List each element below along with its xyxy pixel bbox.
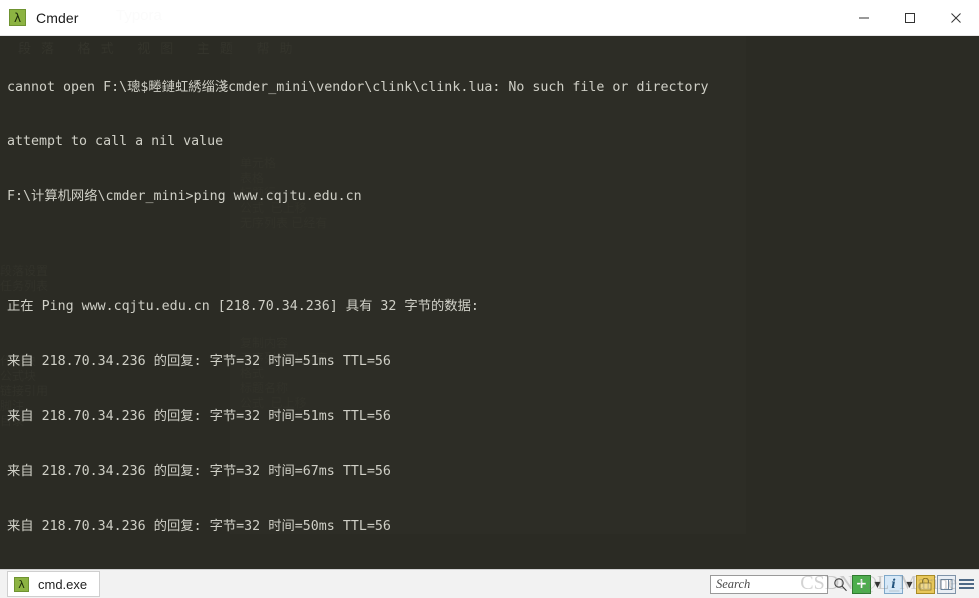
title-bar: Typora λ Cmder	[0, 0, 979, 36]
tab-label: cmd.exe	[38, 576, 88, 592]
window-title: Cmder	[36, 9, 79, 26]
maximize-button[interactable]	[887, 0, 933, 35]
terminal-area[interactable]: 段落 格式 视图 主题 帮助 单元格 表格 标题行 公式 已上移 无序列表 已经…	[0, 36, 979, 569]
info-chevron-down-icon[interactable]: ▼	[905, 580, 914, 589]
status-bar: λ cmd.exe CSDN @L_Marine Search + ▼ i ▼	[0, 569, 979, 598]
search-box[interactable]: Search	[710, 574, 828, 594]
panel-icon[interactable]	[937, 574, 956, 594]
tab-cmd-exe[interactable]: λ cmd.exe	[7, 571, 101, 597]
info-icon[interactable]: i	[884, 574, 903, 594]
terminal-line: 来自 218.70.34.236 的回复: 字节=32 时间=51ms TTL=…	[7, 354, 391, 370]
window-controls	[841, 0, 979, 35]
terminal-line: 来自 218.70.34.236 的回复: 字节=32 时间=50ms TTL=…	[7, 518, 391, 534]
menu-bar	[959, 583, 974, 585]
lock-icon[interactable]	[916, 574, 935, 594]
status-bar-controls: Search + ▼ i ▼	[710, 570, 975, 598]
title-bar-left: λ Cmder	[0, 9, 79, 26]
search-icon[interactable]	[833, 577, 848, 592]
terminal-line: cannot open F:\璁$畻鏈虹綉缁淺cmder_mini\vendor…	[7, 79, 709, 95]
terminal-line: 来自 218.70.34.236 的回复: 字节=32 时间=51ms TTL=…	[7, 408, 391, 424]
menu-icon[interactable]	[958, 575, 975, 594]
menu-bar	[959, 579, 974, 581]
search-input[interactable]: Search	[711, 577, 750, 592]
terminal-line: F:\计算机网络\cmder_mini>ping www.cqjtu.edu.c…	[7, 189, 362, 205]
minimize-button[interactable]	[841, 0, 887, 35]
terminal-line: 来自 218.70.34.236 的回复: 字节=32 时间=67ms TTL=…	[7, 463, 391, 479]
close-button[interactable]	[933, 0, 979, 35]
terminal-output[interactable]: cannot open F:\璁$畻鏈虹綉缁淺cmder_mini\vendor…	[0, 36, 979, 569]
new-tab-chevron-down-icon[interactable]: ▼	[873, 580, 882, 589]
terminal-line: 正在 Ping www.cqjtu.edu.cn [218.70.34.236]…	[7, 299, 479, 315]
lambda-icon: λ	[9, 9, 26, 26]
lambda-icon: λ	[14, 576, 29, 592]
menu-bar	[959, 587, 974, 589]
terminal-line: attempt to call a nil value	[7, 134, 224, 150]
new-tab-icon[interactable]: +	[852, 574, 871, 594]
cmder-window: Typora λ Cmder 段落 格式 视图 主题 帮助 单元格 表格 标题行…	[0, 0, 979, 598]
ghost-window-title: Typora	[116, 7, 162, 24]
